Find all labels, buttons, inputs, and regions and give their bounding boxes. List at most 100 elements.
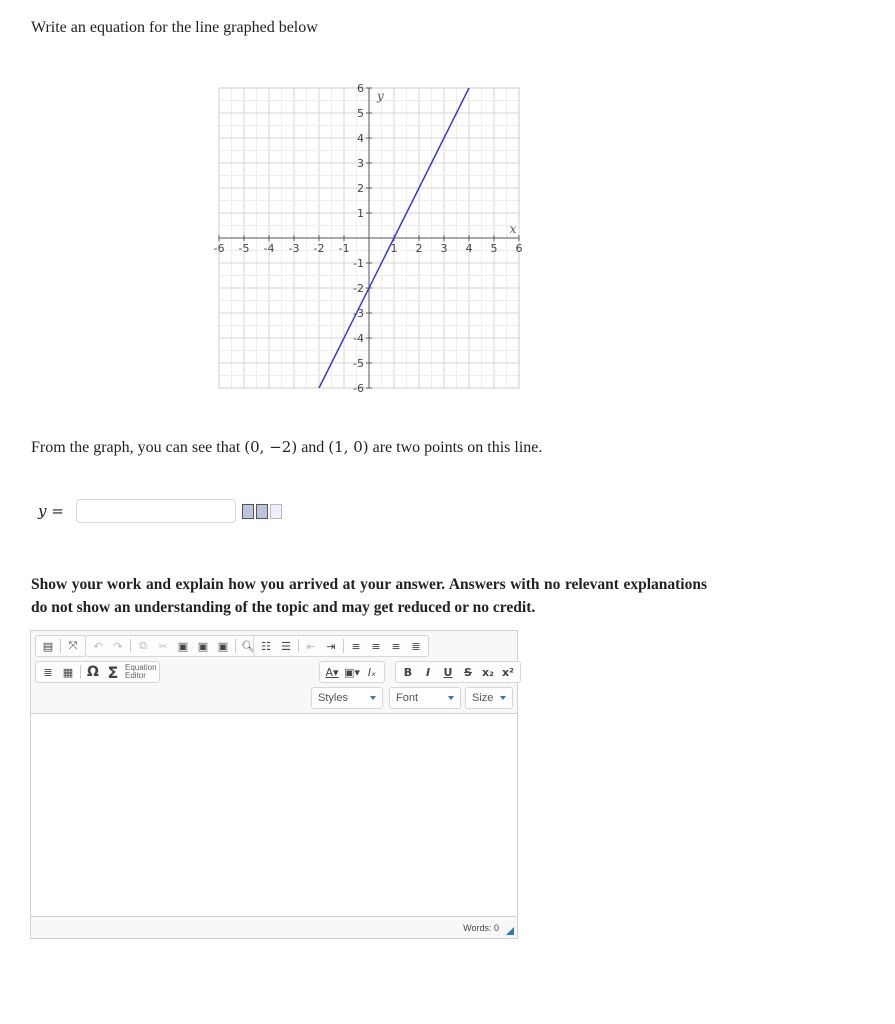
toolbar-group-clipboard: ↶ ↷ ⧉ ✂ ▣ ▣ ▣ 🔍︎ [85,635,261,657]
y-tick-label: 1 [357,207,364,220]
y-tick-label: 2 [357,182,364,195]
subscript-button[interactable]: x₂ [478,662,498,682]
paste-icon[interactable]: ▣ [173,636,193,656]
cut-icon[interactable]: ✂ [153,636,173,656]
editor-content-area[interactable] [31,714,517,916]
undo-icon[interactable]: ↶ [88,636,108,656]
toolbar-group-insert: ≣ ▦ Ω Σ Equation Editor [35,661,160,683]
toolbar-group-basicstyles: B I U S x₂ x² [395,661,521,683]
blank-doc-icon[interactable] [270,503,282,519]
y-tick-label: -5 [353,357,364,370]
point-1: (0, −2) [244,438,298,456]
y-tick-label: -4 [353,332,364,345]
rich-text-editor: ▤ ⤧ ↶ ↷ ⧉ ✂ ▣ ▣ ▣ 🔍︎ ☷ ☰ ⇤ ⇥ ≡ ≡ ≡ ≣ ≣ ▦… [30,630,521,939]
word-count: Words: 0 [463,923,499,933]
strikethrough-button[interactable]: S [458,662,478,682]
divider [80,665,81,679]
maximize-icon[interactable]: ⤧ [63,636,83,656]
x-tick-label: -3 [289,242,300,255]
equation-editor-button[interactable]: Equation Editor [125,664,157,680]
y-tick-label: 4 [357,132,364,145]
question-title: Write an equation for the line graphed b… [31,19,318,36]
numbered-list-icon[interactable]: ☷ [256,636,276,656]
y-tick-label: 3 [357,157,364,170]
point-2: (1, 0) [328,438,369,456]
equation-editor-label-2: Editor [125,671,146,680]
bold-button[interactable]: B [398,662,418,682]
x-tick-label: 2 [416,242,423,255]
align-center-icon[interactable]: ≡ [366,636,386,656]
align-right-icon[interactable]: ≡ [386,636,406,656]
chevron-down-icon [448,696,454,700]
copy-icon[interactable]: ⧉ [133,636,153,656]
answer-input[interactable] [76,499,236,523]
redo-icon[interactable]: ↷ [108,636,128,656]
font-dropdown[interactable]: Font [389,687,461,709]
x-tick-label: 4 [466,242,473,255]
text-color-icon[interactable]: A▾ [322,662,342,682]
y-tick-label: 5 [357,107,364,120]
remove-format-icon[interactable]: Iₓ [362,662,382,682]
x-tick-label: -4 [264,242,275,255]
chevron-down-icon [500,696,506,700]
align-justify-icon[interactable]: ≣ [406,636,426,656]
answer-tools [242,503,282,519]
editor-toolbar: ▤ ⤧ ↶ ↷ ⧉ ✂ ▣ ▣ ▣ 🔍︎ ☷ ☰ ⇤ ⇥ ≡ ≡ ≡ ≣ ≣ ▦… [31,631,521,714]
equation-icon[interactable] [256,503,268,519]
horizontal-rule-icon[interactable]: ≣ [38,662,58,682]
divider [130,639,131,653]
instructions: Show your work and explain how you arriv… [31,576,707,616]
explanation-prefix: From the graph, you can see that [31,439,245,456]
sigma-icon[interactable]: Σ [103,662,123,682]
x-tick-label: -5 [239,242,250,255]
answer-row: y = [38,499,282,523]
y-tick-label: -2 [353,282,364,295]
size-label: Size [472,692,494,704]
size-dropdown[interactable]: Size [465,687,513,709]
bg-color-icon[interactable]: ▣▾ [342,662,362,682]
y-tick-label: 6 [357,82,364,95]
superscript-button[interactable]: x² [498,662,518,682]
divider [343,639,344,653]
divider [298,639,299,653]
explanation-mid: and [297,439,329,456]
y-axis-label: y [376,89,384,103]
indent-icon[interactable]: ⇥ [321,636,341,656]
answer-label-eq: = [46,502,64,520]
font-label: Font [396,692,419,704]
x-tick-label: 5 [491,242,498,255]
toolbar-group-paragraph: ☷ ☰ ⇤ ⇥ ≡ ≡ ≡ ≣ [253,635,429,657]
bulleted-list-icon[interactable]: ☰ [276,636,296,656]
styles-dropdown[interactable]: Styles [311,687,383,709]
align-left-icon[interactable]: ≡ [346,636,366,656]
paste-text-icon[interactable]: ▣ [193,636,213,656]
underline-button[interactable]: U [438,662,458,682]
y-tick-label: -6 [353,382,364,395]
explanation-suffix: are two points on this line. [368,439,543,456]
x-tick-label: -6 [214,242,225,255]
special-char-icon[interactable]: Ω [83,662,103,682]
toolbar-group-colors: A▾ ▣▾ Iₓ [319,661,385,683]
x-tick-label: 3 [441,242,448,255]
paste-word-icon[interactable]: ▣ [213,636,233,656]
chevron-down-icon [370,696,376,700]
preview-icon[interactable] [242,503,254,519]
toolbar-group-document: ▤ ⤧ [35,635,86,657]
styles-label: Styles [318,692,348,704]
outdent-icon[interactable]: ⇤ [301,636,321,656]
divider [235,639,236,653]
editor-footer: Words: 0 [31,916,517,938]
x-tick-label: -2 [314,242,325,255]
resize-handle-icon[interactable] [506,927,514,935]
x-axis-label: x [510,222,517,236]
line-graph: -6 -5 -4 -3 -2 -1 1 2 3 4 5 6-6-5-4-3-2-1123456xy [214,82,523,395]
explanation-text: From the graph, you can see that (0, −2)… [31,438,542,457]
italic-button[interactable]: I [418,662,438,682]
divider [60,639,61,653]
answer-label: y = [38,502,76,520]
y-tick-label: -1 [353,257,364,270]
table-icon[interactable]: ▦ [58,662,78,682]
x-tick-label: -1 [339,242,350,255]
save-icon[interactable]: ▤ [38,636,58,656]
x-tick-label: 6 [516,242,523,255]
